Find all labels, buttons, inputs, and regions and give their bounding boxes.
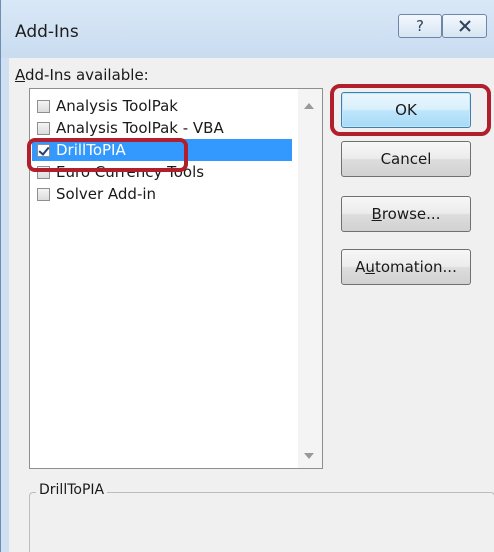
list-item-analysis-toolpak[interactable]: Analysis ToolPak — [32, 95, 292, 117]
question-mark-icon: ? — [416, 17, 424, 35]
automation-button[interactable]: Au tomation... — [341, 249, 471, 285]
description-title: DrillToPIA — [36, 482, 108, 498]
checkbox[interactable] — [37, 99, 50, 113]
window-title: Add-Ins — [15, 22, 79, 42]
drilltopia-highlight-box — [27, 138, 188, 172]
title-bar[interactable]: Add-Ins ? — [1, 0, 494, 58]
cancel-button[interactable]: Cancel — [341, 141, 471, 177]
vertical-scrollbar[interactable] — [298, 89, 322, 468]
add-ins-available-label: Add-Ins available: — [15, 66, 149, 84]
browse-button[interactable]: Browse... — [341, 196, 471, 232]
list-item-analysis-toolpak-vba[interactable]: Analysis ToolPak - VBA — [32, 117, 292, 139]
list-item-solver-add-in[interactable]: Solver Add-in — [32, 183, 292, 205]
add-ins-dialog: Add-Ins ? Add-Ins available: Analysis To… — [0, 0, 494, 552]
scroll-up-arrow-icon[interactable] — [304, 103, 314, 109]
description-groupbox — [29, 492, 494, 552]
scroll-down-arrow-icon[interactable] — [304, 453, 314, 459]
ok-highlight-box — [330, 84, 491, 136]
help-button[interactable]: ? — [398, 14, 442, 38]
close-button[interactable] — [442, 14, 487, 38]
close-icon — [458, 20, 471, 32]
checkbox[interactable] — [37, 187, 50, 201]
checkbox[interactable] — [37, 121, 50, 135]
